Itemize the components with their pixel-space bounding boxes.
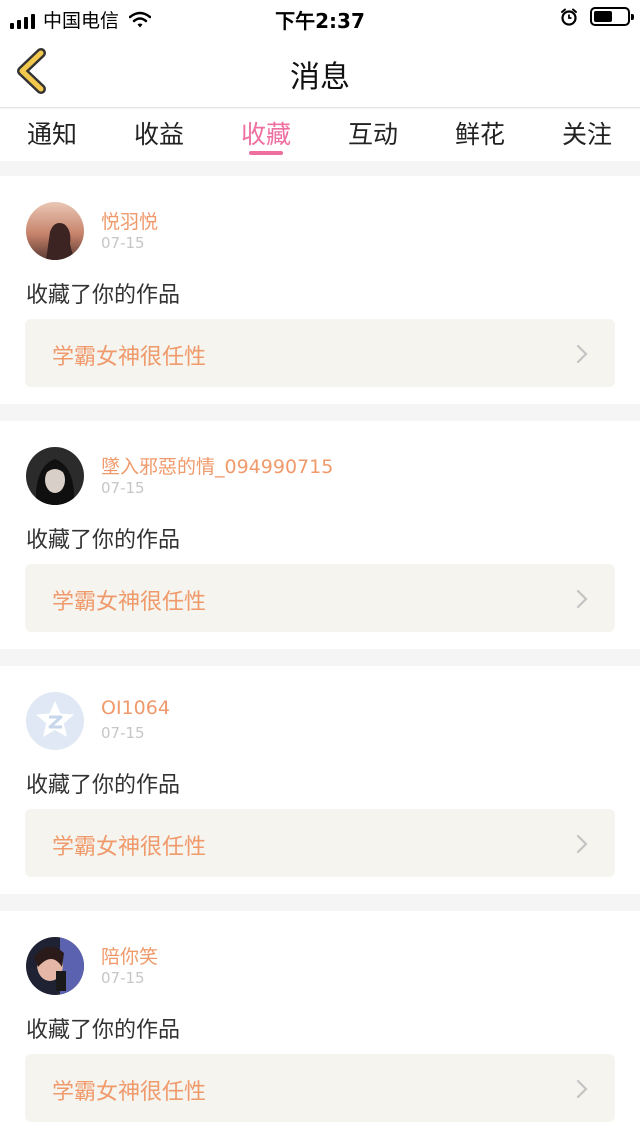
action-text: 收藏了你的作品	[26, 1018, 181, 1043]
user-name[interactable]: 墜入邪惡的情_094990715	[101, 452, 333, 479]
user-name[interactable]: 陪你笑	[101, 942, 158, 969]
message-item: 陪你笑 07-15 收藏了你的作品 学霸女神很任性	[0, 911, 640, 1139]
chevron-right-icon	[576, 834, 588, 854]
tab-notifications[interactable]: 通知	[7, 115, 97, 161]
screen: 中国电信 下午2:37 消息 通知 收益 收藏 互动 鲜花 关注 悦羽悦 07-…	[0, 0, 640, 1139]
avatar[interactable]	[26, 937, 84, 995]
message-item: 墜入邪惡的情_094990715 07-15 收藏了你的作品 学霸女神很任性	[0, 421, 640, 649]
work-link[interactable]: 学霸女神很任性	[25, 1054, 615, 1122]
user-photo	[26, 202, 84, 260]
status-bar: 中国电信 下午2:37	[0, 0, 640, 34]
tab-label: 互动	[347, 120, 398, 149]
action-text: 收藏了你的作品	[26, 528, 181, 553]
avatar[interactable]	[26, 202, 84, 260]
tab-follows[interactable]: 关注	[542, 115, 632, 161]
user-name[interactable]: OI1064	[101, 697, 170, 719]
avatar[interactable]	[26, 692, 84, 750]
active-tab-indicator	[249, 151, 283, 155]
work-title: 学霸女神很任性	[52, 590, 207, 615]
alarm-icon	[561, 8, 577, 26]
work-link[interactable]: 学霸女神很任性	[25, 564, 615, 632]
status-time: 下午2:37	[275, 9, 365, 33]
chevron-right-icon	[576, 344, 588, 364]
chevron-right-icon	[576, 1079, 588, 1099]
tab-label: 关注	[561, 120, 612, 149]
user-photo	[26, 937, 84, 995]
chevron-right-icon	[576, 589, 588, 609]
default-avatar-icon	[26, 692, 84, 750]
tab-label: 收益	[133, 120, 184, 149]
tab-earnings[interactable]: 收益	[114, 115, 204, 161]
tab-interactions[interactable]: 互动	[328, 115, 418, 161]
user-name[interactable]: 悦羽悦	[101, 207, 158, 234]
battery-level	[594, 11, 612, 22]
message-date: 07-15	[101, 969, 145, 987]
work-title: 学霸女神很任性	[52, 345, 207, 370]
message-item: OI1064 07-15 收藏了你的作品 学霸女神很任性	[0, 666, 640, 894]
tab-favorites[interactable]: 收藏	[221, 115, 311, 161]
status-right	[560, 7, 634, 26]
page-title: 消息	[290, 60, 350, 95]
tab-bar: 通知 收益 收藏 互动 鲜花 关注	[0, 109, 640, 161]
tab-label: 收藏	[240, 120, 291, 149]
message-date: 07-15	[101, 724, 145, 742]
work-link[interactable]: 学霸女神很任性	[25, 319, 615, 387]
work-link[interactable]: 学霸女神很任性	[25, 809, 615, 877]
work-title: 学霸女神很任性	[52, 1080, 207, 1105]
nav-bar: 消息	[0, 34, 640, 108]
action-text: 收藏了你的作品	[26, 283, 181, 308]
tab-flowers[interactable]: 鲜花	[435, 115, 525, 161]
message-date: 07-15	[101, 479, 145, 497]
tab-label: 通知	[26, 120, 77, 149]
work-title: 学霸女神很任性	[52, 835, 207, 860]
battery-icon	[590, 7, 634, 26]
tab-label: 鲜花	[454, 120, 505, 149]
user-photo	[26, 447, 84, 505]
action-text: 收藏了你的作品	[26, 773, 181, 798]
message-item: 悦羽悦 07-15 收藏了你的作品 学霸女神很任性	[0, 176, 640, 404]
message-date: 07-15	[101, 234, 145, 252]
avatar[interactable]	[26, 447, 84, 505]
